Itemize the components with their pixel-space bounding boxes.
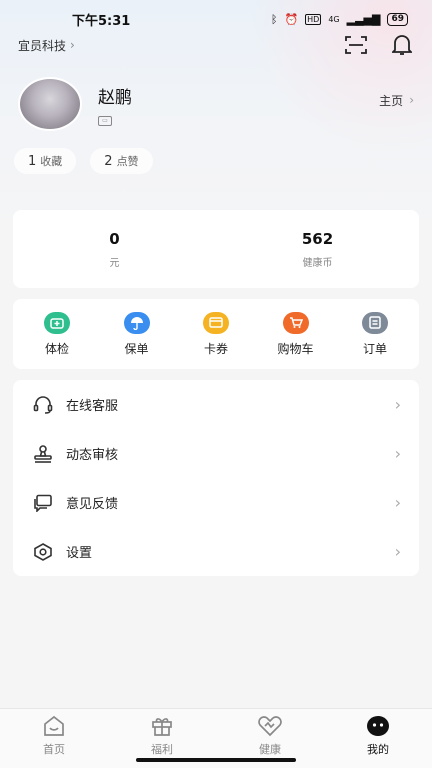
order-icon [362,311,388,334]
shortcut-coupon[interactable]: 卡券 [188,311,244,357]
name-block: 赵鹏 ▭ [98,83,379,126]
alarm-icon: ⏰ [284,12,299,26]
menu-card: 在线客服 › 动态审核 › 意见反馈 › 设置 › [13,380,419,576]
shortcut-label: 保单 [124,341,149,356]
id-card-icon: ▭ [98,115,112,126]
scan-icon [345,36,367,54]
umbrella-icon [123,311,150,334]
balance-card: 0 元 562 健康币 [13,210,419,288]
shortcut-cart[interactable]: 购物车 [268,311,324,357]
org-name: 宜员科技 [18,38,67,53]
medical-kit-icon [44,311,70,334]
tab-label: 健康 [259,743,281,756]
heart-icon [258,716,282,737]
shortcut-orders[interactable]: 订单 [347,311,403,357]
menu-item-feedback[interactable]: 意见反馈 › [13,478,419,527]
cash-value: 0 [109,229,120,248]
shortcut-label: 体检 [44,341,69,356]
bluetooth-icon: ᛒ [270,12,278,26]
bell-icon [392,35,412,55]
notification-button[interactable] [390,33,414,57]
stats-row: 1 收藏 2 点赞 [14,148,153,174]
shortcut-checkup[interactable]: 体检 [29,311,85,357]
signal-icon: ▂▃▅▇ [346,12,381,26]
home-icon [44,715,64,736]
health-coin-value: 562 [301,229,334,248]
favorites-label: 收藏 [40,155,63,168]
stamp-icon [33,444,53,464]
cash-label: 元 [109,257,120,269]
user-name: 赵鹏 [98,87,132,108]
battery-icon: 69 [387,12,408,26]
health-coin-balance[interactable]: 562 健康币 [216,210,419,288]
card-icon [203,311,229,334]
shortcut-policy[interactable]: 保单 [109,311,165,357]
menu-label: 在线客服 [66,399,119,414]
chevron-right-icon: › [394,395,401,414]
favorites-count: 1 [28,153,37,169]
gift-icon [152,718,172,736]
menu-label: 意见反馈 [66,497,119,512]
profile-face-icon [367,716,389,736]
chevron-right-icon: › [70,38,75,52]
health-coin-label: 健康币 [302,257,333,269]
menu-item-settings[interactable]: 设置 › [13,527,419,576]
menu-label: 动态审核 [66,448,119,463]
shortcut-label: 卡券 [203,341,228,356]
cash-balance[interactable]: 0 元 [13,210,216,288]
homepage-link[interactable]: 主页 › [379,92,414,109]
network-label: 4G [328,14,340,24]
hd-icon: HD [305,13,322,25]
header-actions [344,33,414,57]
tab-label: 福利 [151,743,173,756]
header: 宜员科技 › [18,32,414,58]
cart-icon [282,311,309,334]
settings-icon [33,542,53,562]
profile-section: 赵鹏 ▭ 主页 › [18,76,414,132]
feedback-icon [33,493,53,513]
home-indicator [136,758,296,762]
chevron-right-icon: › [394,493,401,512]
shortcut-label: 订单 [362,341,387,356]
shortcut-label: 购物车 [277,341,314,356]
tab-mine[interactable]: 我的 [324,709,432,768]
chevron-right-icon: › [394,444,401,463]
menu-item-customer-service[interactable]: 在线客服 › [13,380,419,429]
status-icons: ᛒ ⏰ HD 4G ▂▃▅▇ 69 [270,12,408,26]
tab-label: 我的 [367,743,389,756]
org-switcher[interactable]: 宜员科技 › [18,37,75,54]
favorites-pill[interactable]: 1 收藏 [14,148,77,174]
tab-label: 首页 [43,743,65,756]
likes-count: 2 [104,153,113,169]
homepage-label: 主页 [379,93,404,108]
shortcut-card: 体检 保单 卡券 购物车 订单 [13,299,419,369]
chevron-right-icon: › [394,542,401,561]
status-time: 下午5:31 [72,13,131,29]
menu-item-post-review[interactable]: 动态审核 › [13,429,419,478]
likes-pill[interactable]: 2 点赞 [90,148,153,174]
scan-button[interactable] [344,33,368,57]
menu-label: 设置 [66,546,93,561]
avatar[interactable] [18,77,82,131]
tab-home[interactable]: 首页 [0,709,108,768]
headset-icon [33,395,53,415]
chevron-right-icon: › [409,93,414,107]
likes-label: 点赞 [116,155,139,168]
